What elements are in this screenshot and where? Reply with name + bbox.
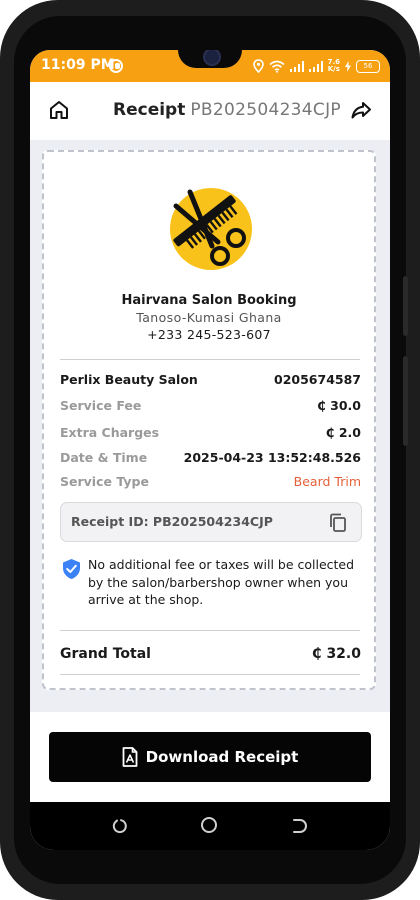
- home-nav-icon[interactable]: [201, 817, 217, 833]
- extra-charges-label: Extra Charges: [60, 425, 160, 440]
- recent-apps-icon[interactable]: [292, 818, 308, 834]
- charging-icon: [345, 60, 351, 72]
- receipt-id-text: Receipt ID: PB202504234CJP: [71, 514, 273, 529]
- signal-icon: [289, 60, 304, 72]
- wifi-icon: [269, 60, 285, 73]
- status-bar: 11:09 PM 7.6 K/s 56: [30, 50, 390, 82]
- extra-charges-row: Extra Charges ₵ 2.0: [60, 425, 361, 443]
- service-type-value: Beard Trim: [293, 474, 361, 489]
- status-time: 11:09 PM: [41, 57, 115, 73]
- header-receipt-code: PB202504234CJP: [190, 100, 341, 120]
- signal-icon-2: [308, 60, 323, 72]
- salon-row: Perlix Beauty Salon 0205674587: [60, 372, 361, 390]
- grand-total-label: Grand Total: [60, 646, 151, 662]
- app-header: Receipt PB202504234CJP: [30, 82, 390, 140]
- service-fee-label: Service Fee: [60, 398, 142, 413]
- download-receipt-button[interactable]: Download Receipt: [49, 732, 371, 782]
- shield-check-icon: [63, 559, 80, 579]
- download-button-label: Download Receipt: [145, 748, 299, 766]
- battery-level: 56: [363, 61, 373, 70]
- pdf-file-icon: [122, 747, 138, 767]
- grand-total-row: Grand Total ₵ 32.0: [60, 646, 361, 666]
- notice-text: No additional fee or taxes will be colle…: [88, 557, 355, 607]
- share-icon[interactable]: [350, 99, 372, 121]
- status-icons: 7.6 K/s 56: [252, 58, 380, 74]
- screen: 11:09 PM 7.6 K/s 56 Receipt PB202504234C…: [30, 50, 390, 850]
- divider: [60, 630, 360, 631]
- service-fee-row: Service Fee ₵ 30.0: [60, 398, 361, 416]
- system-nav-bar: [30, 802, 390, 850]
- receipt-content: Hairvana Salon Booking Tanoso-Kumasi Gha…: [30, 140, 390, 712]
- copy-icon[interactable]: [329, 513, 347, 533]
- back-icon[interactable]: [112, 818, 128, 834]
- receipt-id-box: Receipt ID: PB202504234CJP: [60, 502, 362, 542]
- net-speed-unit: K/s: [327, 65, 340, 73]
- extra-charges-value: ₵ 2.0: [325, 425, 361, 440]
- battery-icon: 56: [356, 59, 380, 73]
- home-icon[interactable]: [48, 99, 70, 121]
- salon-logo-icon: [170, 188, 252, 270]
- business-name: Hairvana Salon Booking: [121, 293, 297, 308]
- page-title-label: Receipt: [113, 100, 186, 120]
- salon-name: Perlix Beauty Salon: [60, 372, 198, 387]
- phone-frame: 11:09 PM 7.6 K/s 56 Receipt PB202504234C…: [0, 0, 420, 900]
- salon-phone: 0205674587: [274, 372, 361, 387]
- date-time-label: Date & Time: [60, 450, 148, 465]
- network-speed: 7.6 K/s: [328, 59, 340, 73]
- service-type-label: Service Type: [60, 474, 149, 489]
- date-time-row: Date & Time 2025-04-23 13:52:48.526: [60, 450, 361, 468]
- divider: [60, 359, 360, 360]
- volume-button: [403, 276, 408, 336]
- download-button-content: Download Receipt: [49, 732, 371, 782]
- notification-icon: [109, 59, 123, 73]
- grand-total-value: ₵ 32.0: [311, 646, 361, 662]
- download-section: Download Receipt: [30, 712, 390, 802]
- receipt-card: Hairvana Salon Booking Tanoso-Kumasi Gha…: [42, 150, 376, 690]
- date-time-value: 2025-04-23 13:52:48.526: [183, 450, 361, 465]
- page-title: Receipt PB202504234CJP: [113, 100, 341, 120]
- divider: [60, 674, 360, 675]
- location-icon: [252, 59, 264, 73]
- business-location: Tanoso-Kumasi Ghana: [136, 310, 282, 325]
- service-fee-value: ₵ 30.0: [317, 398, 361, 413]
- business-phone: +233 245-523-607: [147, 327, 271, 342]
- power-button: [403, 356, 408, 446]
- service-type-row: Service Type Beard Trim: [60, 474, 361, 492]
